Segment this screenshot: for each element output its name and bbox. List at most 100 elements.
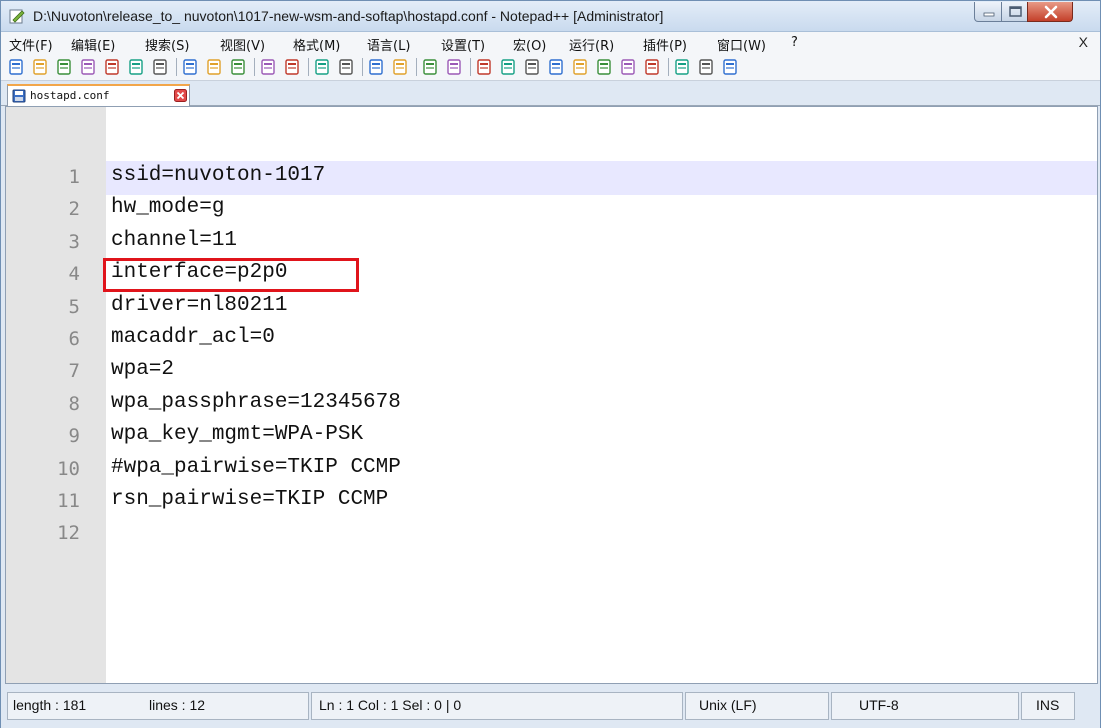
line-number: 5 xyxy=(68,295,80,318)
code-text[interactable]: ssid=nuvoton-1017 xyxy=(111,164,325,187)
close-document-x[interactable]: X xyxy=(1079,34,1088,50)
code-text[interactable]: rsn_pairwise=TKIP CCMP xyxy=(111,488,388,511)
toolbar-separator xyxy=(308,58,309,76)
menu-run[interactable]: 运行(R) xyxy=(569,35,614,54)
menu-language[interactable]: 语言(L) xyxy=(367,35,410,54)
stop-macro-icon[interactable] xyxy=(697,58,715,76)
play-macro-icon[interactable] xyxy=(721,58,739,76)
line-number: 4 xyxy=(68,263,80,286)
tab-label: hostapd.conf xyxy=(30,89,110,102)
code-text[interactable]: wpa_passphrase=12345678 xyxy=(111,391,401,414)
open-file-icon[interactable] xyxy=(31,58,49,76)
title-bar[interactable]: D:\Nuvoton\release_to_ nuvoton\1017-new-… xyxy=(1,1,1100,32)
word-wrap-icon[interactable] xyxy=(475,58,493,76)
menu-edit[interactable]: 编辑(E) xyxy=(71,35,115,54)
line-number: 10 xyxy=(57,457,80,480)
show-all-chars-icon[interactable] xyxy=(499,58,517,76)
code-line[interactable]: 6 macaddr_acl=0 xyxy=(6,322,1097,354)
menu-file[interactable]: 文件(F) xyxy=(9,35,53,54)
code-line[interactable]: 8 wpa_passphrase=12345678 xyxy=(6,387,1097,419)
code-line[interactable]: 5 driver=nl80211 xyxy=(6,290,1097,322)
record-macro-icon[interactable] xyxy=(673,58,691,76)
status-length: length : 181 xyxy=(13,697,87,713)
code-line[interactable]: 3 channel=11 xyxy=(6,225,1097,257)
close-icon[interactable] xyxy=(103,58,121,76)
doc-map-icon[interactable] xyxy=(571,58,589,76)
code-line[interactable]: 7 wpa=2 xyxy=(6,354,1097,386)
menu-format[interactable]: 格式(M) xyxy=(293,35,340,54)
save-icon[interactable] xyxy=(55,58,73,76)
indent-guide-icon[interactable] xyxy=(523,58,541,76)
code-line[interactable]: 10 #wpa_pairwise=TKIP CCMP xyxy=(6,452,1097,484)
code-line[interactable]: 11 rsn_pairwise=TKIP CCMP xyxy=(6,484,1097,516)
code-line[interactable]: 12 xyxy=(6,516,1097,548)
line-number: 8 xyxy=(68,392,80,415)
menu-window[interactable]: 窗口(W) xyxy=(717,35,766,54)
tab-close-icon[interactable] xyxy=(174,89,187,102)
copy-icon[interactable] xyxy=(205,58,223,76)
line-number: 12 xyxy=(57,522,80,545)
code-line[interactable]: 2 hw_mode=g xyxy=(6,192,1097,224)
line-number: 1 xyxy=(68,166,80,188)
zoom-in-icon[interactable] xyxy=(367,58,385,76)
toolbar-separator xyxy=(668,58,669,76)
window-title: D:\Nuvoton\release_to_ nuvoton\1017-new-… xyxy=(33,8,664,24)
saved-file-icon xyxy=(12,89,26,103)
status-bar: length : 181 lines : 12 Ln : 1 Col : 1 S… xyxy=(1,684,1100,728)
cut-icon[interactable] xyxy=(181,58,199,76)
menu-macro[interactable]: 宏(O) xyxy=(513,35,546,54)
notepadpp-window: D:\Nuvoton\release_to_ nuvoton\1017-new-… xyxy=(0,0,1101,728)
sync-v-icon[interactable] xyxy=(421,58,439,76)
code-text[interactable]: #wpa_pairwise=TKIP CCMP xyxy=(111,456,401,479)
code-line[interactable]: 9 wpa_key_mgmt=WPA-PSK xyxy=(6,419,1097,451)
monitor-icon[interactable] xyxy=(643,58,661,76)
menu-search[interactable]: 搜索(S) xyxy=(145,35,189,54)
close-all-icon[interactable] xyxy=(127,58,145,76)
tab-hostapd-conf[interactable]: hostapd.conf xyxy=(7,84,190,106)
code-text[interactable]: wpa=2 xyxy=(111,358,174,381)
status-encoding: UTF-8 xyxy=(859,697,899,713)
toolbar-separator xyxy=(254,58,255,76)
code-text[interactable]: wpa_key_mgmt=WPA-PSK xyxy=(111,423,363,446)
replace-icon[interactable] xyxy=(337,58,355,76)
toolbar xyxy=(1,54,1100,81)
menu-bar: 文件(F) 编辑(E) 搜索(S) 视图(V) 格式(M) 语言(L) 设置(T… xyxy=(1,32,1100,54)
code-text[interactable]: macaddr_acl=0 xyxy=(111,326,275,349)
minimize-button[interactable] xyxy=(974,2,1002,22)
maximize-button[interactable] xyxy=(1001,2,1028,22)
menu-plugins[interactable]: 插件(P) xyxy=(643,35,687,54)
code-line[interactable]: 1 ssid=nuvoton-1017 xyxy=(6,160,1097,192)
menu-view[interactable]: 视图(V) xyxy=(220,35,265,54)
line-number: 2 xyxy=(68,198,80,221)
udl-icon[interactable] xyxy=(547,58,565,76)
menu-settings[interactable]: 设置(T) xyxy=(441,35,485,54)
new-file-icon[interactable] xyxy=(7,58,25,76)
paste-icon[interactable] xyxy=(229,58,247,76)
status-eol: Unix (LF) xyxy=(699,697,757,713)
redo-icon[interactable] xyxy=(283,58,301,76)
code-line[interactable]: 4 interface=p2p0 xyxy=(6,257,1097,289)
code-text[interactable]: hw_mode=g xyxy=(111,196,224,219)
close-window-button[interactable] xyxy=(1027,2,1073,22)
line-number: 3 xyxy=(68,230,80,253)
zoom-out-icon[interactable] xyxy=(391,58,409,76)
toolbar-separator xyxy=(362,58,363,76)
undo-icon[interactable] xyxy=(259,58,277,76)
folder-workspace-icon[interactable] xyxy=(619,58,637,76)
code-text[interactable]: interface=p2p0 xyxy=(111,261,287,284)
menu-help[interactable]: ? xyxy=(791,35,798,50)
status-lines: lines : 12 xyxy=(149,697,206,713)
code-text[interactable]: driver=nl80211 xyxy=(111,294,287,317)
function-list-icon[interactable] xyxy=(595,58,613,76)
toolbar-separator xyxy=(176,58,177,76)
save-all-icon[interactable] xyxy=(79,58,97,76)
code-text[interactable]: channel=11 xyxy=(111,229,237,252)
toolbar-separator xyxy=(416,58,417,76)
find-icon[interactable] xyxy=(313,58,331,76)
line-number: 7 xyxy=(68,360,80,383)
sync-h-icon[interactable] xyxy=(445,58,463,76)
editor-area[interactable]: 1 ssid=nuvoton-1017 2 hw_mode=g 3 channel=11 4… xyxy=(5,106,1098,684)
status-mode: INS xyxy=(1036,697,1060,713)
print-icon[interactable] xyxy=(151,58,169,76)
line-number: 6 xyxy=(68,328,80,350)
